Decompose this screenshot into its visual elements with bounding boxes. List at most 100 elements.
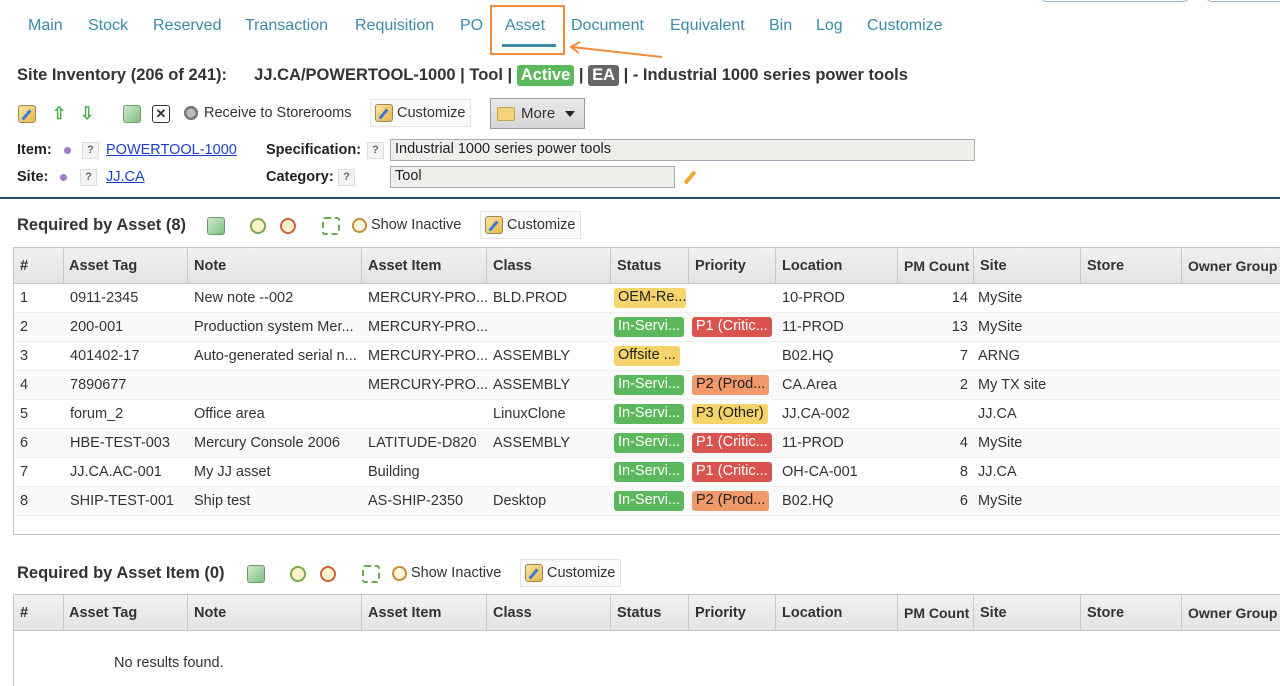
help-icon[interactable]: ? — [80, 169, 97, 186]
more-label: More — [521, 105, 556, 122]
column-header[interactable]: Priority — [689, 248, 776, 284]
more-dropdown[interactable]: More — [490, 98, 585, 129]
class-cell: BLD.PROD — [493, 290, 568, 306]
zoom-in-button[interactable] — [250, 212, 266, 240]
owner-group-cell — [1182, 400, 1280, 429]
column-header[interactable]: Owner Group — [1182, 595, 1280, 631]
asset-tag-cell: JJ.CA.AC-001 — [70, 464, 162, 480]
column-header[interactable]: Priority — [689, 595, 776, 631]
pm-count-cell: 4 — [959, 435, 968, 451]
edit-button[interactable] — [18, 100, 36, 128]
column-header[interactable]: Note — [188, 248, 362, 284]
status-cell: In-Servi... — [611, 313, 689, 342]
help-icon[interactable]: ? — [367, 142, 384, 159]
zoom-out-button[interactable] — [320, 560, 336, 588]
pencil-icon[interactable] — [682, 170, 698, 186]
column-header[interactable]: Site — [974, 595, 1081, 631]
store-cell — [1081, 400, 1182, 429]
export-button[interactable] — [247, 560, 265, 588]
column-header[interactable]: Asset Tag — [64, 248, 188, 284]
column-header[interactable]: Status — [611, 248, 689, 284]
column-header[interactable]: Asset Tag — [64, 595, 188, 631]
customize-button[interactable]: Customize — [370, 99, 471, 127]
category-field[interactable]: Tool — [390, 166, 675, 188]
column-header[interactable]: Asset Item — [362, 248, 487, 284]
tab-reserved[interactable]: Reserved — [153, 17, 221, 35]
column-header[interactable]: Store — [1081, 248, 1182, 284]
priority-cell: P1 (Critic... — [689, 313, 776, 342]
asset-tag-cell: SHIP-TEST-001 — [70, 493, 174, 509]
status-cell: In-Servi... — [611, 371, 689, 400]
column-header[interactable]: # — [14, 248, 64, 284]
column-header[interactable]: Asset Item — [362, 595, 487, 631]
receive-to-storerooms-button[interactable]: Receive to Storerooms — [182, 99, 351, 127]
help-icon[interactable]: ? — [82, 142, 99, 159]
table-row[interactable]: 1 0911-2345 New note --002 MERCURY-PRO... BL… — [14, 284, 1280, 313]
asset-item-cell: LATITUDE-D820 — [368, 435, 477, 451]
tab-bin[interactable]: Bin — [769, 17, 792, 35]
column-header[interactable]: Store — [1081, 595, 1182, 631]
class-cell — [487, 313, 611, 342]
tab-document[interactable]: Document — [571, 17, 644, 35]
column-header[interactable]: Status — [611, 595, 689, 631]
column-header[interactable]: Owner Group — [1182, 248, 1280, 284]
column-header[interactable]: Location — [776, 595, 898, 631]
show-inactive-button[interactable]: Show Inactive — [392, 559, 501, 587]
move-up-button[interactable]: ⇧ — [52, 100, 66, 128]
help-icon[interactable]: ? — [338, 169, 355, 186]
show-inactive-label: Show Inactive — [371, 217, 462, 233]
export-icon — [123, 105, 141, 123]
tab-transaction[interactable]: Transaction — [245, 17, 328, 35]
tab-po[interactable]: PO — [460, 17, 483, 35]
table-row[interactable]: 8 SHIP-TEST-001 Ship test AS-SHIP-2350 Deskt… — [14, 487, 1280, 516]
show-inactive-button[interactable]: Show Inactive — [352, 211, 461, 239]
class-cell: LinuxClone — [493, 406, 566, 422]
tab-equivalent[interactable]: Equivalent — [670, 17, 745, 35]
title-description: | - Industrial 1000 series power tools — [623, 66, 908, 84]
column-header[interactable]: Class — [487, 248, 611, 284]
column-header[interactable]: PM Count — [898, 248, 974, 284]
export-button[interactable] — [207, 212, 225, 240]
column-header[interactable]: PM Count — [898, 595, 974, 631]
zoom-out-button[interactable] — [280, 212, 296, 240]
table-row[interactable]: 4 7890677 MERCURY-PRO... ASSEMBLY In-Servi..… — [14, 371, 1280, 400]
tab-requisition[interactable]: Requisition — [355, 17, 434, 35]
tab-customize[interactable]: Customize — [867, 17, 943, 35]
expand-button[interactable] — [322, 212, 340, 240]
zoom-out-icon — [320, 566, 336, 582]
status-cell: In-Servi... — [611, 429, 689, 458]
column-header[interactable]: # — [14, 595, 64, 631]
export-button[interactable] — [123, 100, 141, 128]
tab-main[interactable]: Main — [28, 17, 63, 35]
site-cell: MySite — [978, 319, 1023, 335]
customize-label: Customize — [507, 217, 576, 233]
specification-field[interactable]: Industrial 1000 series power tools — [390, 139, 975, 161]
customize-button[interactable]: Customize — [480, 211, 581, 239]
search-icon — [352, 217, 367, 233]
move-down-button[interactable]: ⇩ — [80, 100, 94, 128]
column-header[interactable]: Note — [188, 595, 362, 631]
zoom-in-button[interactable] — [290, 560, 306, 588]
row-number-cell: 3 — [20, 348, 29, 364]
item-link[interactable]: POWERTOOL-1000 — [106, 142, 237, 158]
caret-down-icon — [565, 110, 576, 117]
column-header[interactable]: Class — [487, 595, 611, 631]
delete-button[interactable]: ✕ — [152, 100, 170, 128]
site-link[interactable]: JJ.CA — [106, 169, 145, 185]
table-row[interactable]: 3 401402-17 Auto-generated serial n... MERC… — [14, 342, 1280, 371]
column-header[interactable]: Site — [974, 248, 1081, 284]
table-row[interactable]: 2 200-001 Production system Mer... MERCURY-… — [14, 313, 1280, 342]
table-row[interactable]: 6 HBE-TEST-003 Mercury Console 2006 LATITUD… — [14, 429, 1280, 458]
row-number-cell: 6 — [20, 435, 29, 451]
tab-stock[interactable]: Stock — [88, 17, 128, 35]
table-row[interactable]: 7 JJ.CA.AC-001 My JJ asset Building In-Servi… — [14, 458, 1280, 487]
site-cell: ARNG — [978, 348, 1020, 364]
tab-bar: Main Stock Reserved Transaction Requisit… — [0, 0, 1280, 58]
expand-button[interactable] — [362, 560, 380, 588]
location-cell: 10-PROD — [782, 290, 845, 306]
customize-button[interactable]: Customize — [520, 559, 621, 587]
site-cell: MySite — [978, 290, 1023, 306]
tab-log[interactable]: Log — [816, 17, 843, 35]
column-header[interactable]: Location — [776, 248, 898, 284]
table-row[interactable]: 5 forum_2 Office area LinuxClone In-Servi...… — [14, 400, 1280, 429]
